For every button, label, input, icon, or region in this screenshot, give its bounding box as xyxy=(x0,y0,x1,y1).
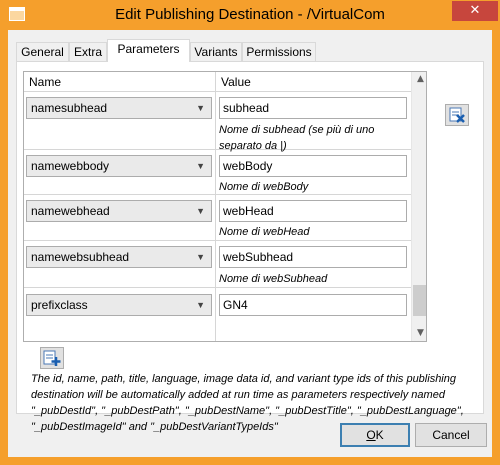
scroll-up-arrow-icon[interactable]: ▲ xyxy=(412,74,426,84)
parameter-name-combo[interactable]: namesubhead ▼ xyxy=(26,97,212,119)
parameters-panel: Name Value namesubhead ▼ subhead Nome di… xyxy=(16,61,484,433)
table-row: namewebsubhead ▼ webSubhead Nome di webS… xyxy=(24,241,411,288)
remove-parameter-button[interactable] xyxy=(445,104,469,126)
table-row: namewebbody ▼ webBody Nome di webBody xyxy=(24,150,411,195)
parameter-value-input[interactable]: GN4 xyxy=(219,294,407,316)
ok-mnemonic: O xyxy=(366,428,376,442)
remove-parameter-icon xyxy=(449,107,465,123)
parameter-name: prefixclass xyxy=(31,298,88,312)
ok-button[interactable]: OK xyxy=(340,423,410,447)
tab-permissions[interactable]: Permissions xyxy=(242,42,316,62)
parameter-name-combo[interactable]: prefixclass ▼ xyxy=(26,294,212,316)
parameter-name: namewebhead xyxy=(31,204,110,218)
add-parameter-icon xyxy=(43,350,61,366)
parameter-name: namewebbody xyxy=(31,159,110,173)
parameter-name: namesubhead xyxy=(31,101,108,115)
tab-variants[interactable]: Variants xyxy=(190,42,242,62)
parameter-name-combo[interactable]: namewebbody ▼ xyxy=(26,155,212,177)
chevron-down-icon: ▼ xyxy=(196,103,205,113)
close-button[interactable]: ✕ xyxy=(452,1,498,21)
cancel-button[interactable]: Cancel xyxy=(415,423,487,447)
parameter-value-input[interactable]: subhead xyxy=(219,97,407,119)
parameter-value-input[interactable]: webHead xyxy=(219,200,407,222)
add-parameter-button[interactable] xyxy=(40,347,64,369)
scrollbar-thumb[interactable] xyxy=(413,285,426,316)
parameter-name: namewebsubhead xyxy=(31,250,130,264)
parameter-name-combo[interactable]: namewebsubhead ▼ xyxy=(26,246,212,268)
tab-general[interactable]: General xyxy=(16,42,69,62)
parameter-description: Nome di webSubhead xyxy=(219,273,328,285)
table-row: prefixclass ▼ GN4 xyxy=(24,288,411,328)
parameter-value-input[interactable]: webSubhead xyxy=(219,246,407,268)
dialog-client-area: General Extra Parameters Variants Permis… xyxy=(8,30,492,457)
title-bar[interactable]: Edit Publishing Destination - /VirtualCo… xyxy=(0,0,500,30)
close-icon: ✕ xyxy=(469,3,481,18)
parameter-name-combo[interactable]: namewebhead ▼ xyxy=(26,200,212,222)
table-row: namesubhead ▼ subhead Nome di subhead (s… xyxy=(24,92,411,152)
grid-vertical-scrollbar[interactable]: ▲ ▼ xyxy=(411,72,426,341)
parameter-description: Nome di webHead xyxy=(219,226,310,238)
ok-label-rest: K xyxy=(375,428,384,442)
table-row: namewebhead ▼ webHead Nome di webHead xyxy=(24,195,411,241)
column-header-value[interactable]: Value xyxy=(221,75,251,89)
chevron-down-icon: ▼ xyxy=(196,300,205,310)
tab-extra[interactable]: Extra xyxy=(69,42,107,62)
grid-header: Name Value xyxy=(24,72,411,92)
tab-parameters[interactable]: Parameters xyxy=(107,39,190,62)
parameters-grid: Name Value namesubhead ▼ subhead Nome di… xyxy=(23,71,427,342)
dialog-window: Edit Publishing Destination - /VirtualCo… xyxy=(0,0,500,465)
scroll-down-arrow-icon[interactable]: ▼ xyxy=(412,328,426,338)
parameter-description: Nome di webBody xyxy=(219,181,309,193)
window-title: Edit Publishing Destination - /VirtualCo… xyxy=(115,6,385,23)
chevron-down-icon: ▼ xyxy=(196,206,205,216)
chevron-down-icon: ▼ xyxy=(196,252,205,262)
chevron-down-icon: ▼ xyxy=(196,161,205,171)
column-header-name[interactable]: Name xyxy=(29,75,61,89)
parameter-value-input[interactable]: webBody xyxy=(219,155,407,177)
